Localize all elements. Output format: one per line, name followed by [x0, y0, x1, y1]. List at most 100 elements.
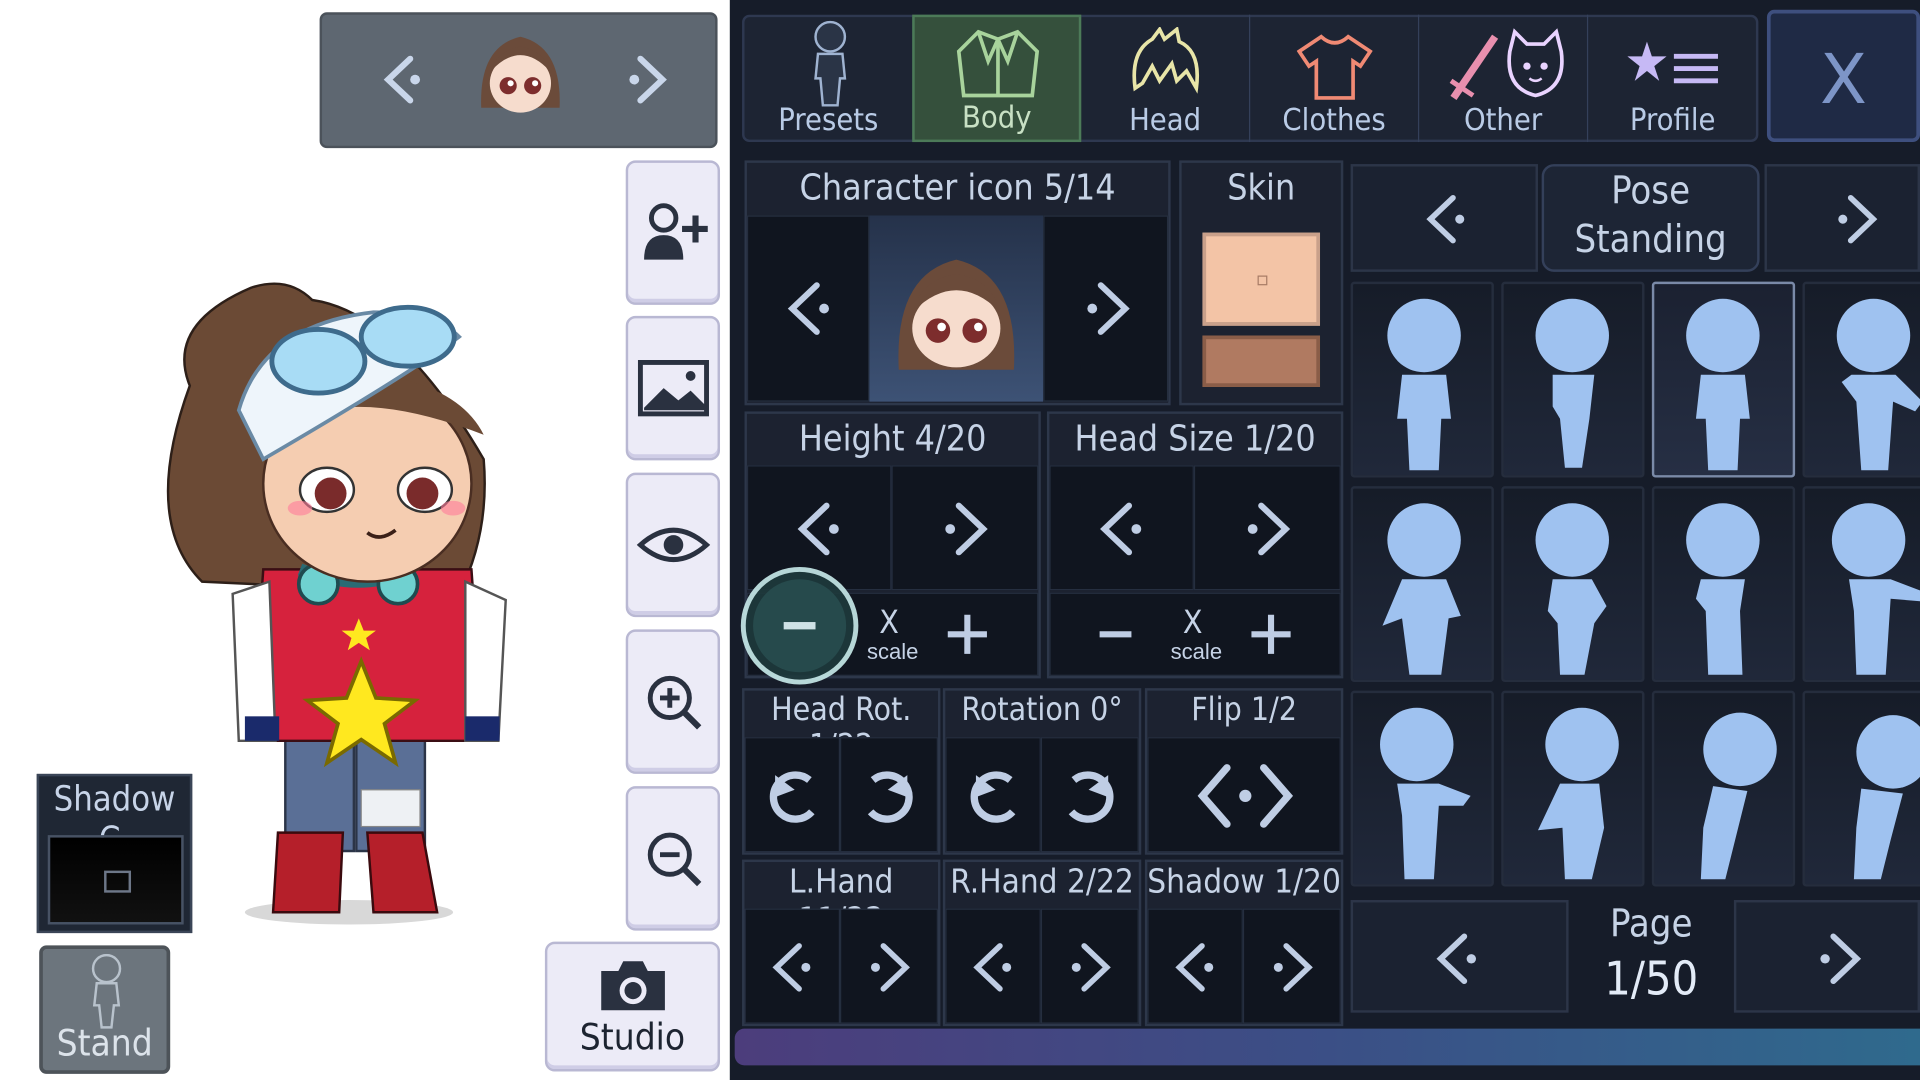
pose-title-box: Pose Standing	[1541, 164, 1760, 272]
height-label: Height 4/20	[798, 417, 987, 460]
head-size-label: Head Size 1/20	[1074, 417, 1316, 460]
person-outline-icon	[814, 20, 847, 107]
page-prev-button[interactable]	[1350, 900, 1569, 1013]
sword-cat-icon	[1449, 28, 1564, 101]
visibility-button[interactable]	[625, 472, 721, 618]
tab-body-label: Body	[961, 99, 1032, 135]
close-button[interactable]: X	[1766, 9, 1920, 143]
tab-other[interactable]: Other	[1419, 14, 1589, 143]
image-icon	[637, 360, 709, 417]
zoom-out-icon	[647, 832, 701, 887]
tab-body[interactable]: Body	[912, 14, 1082, 143]
chevron-right-icon	[870, 943, 910, 992]
page-indicator: Page 1/50	[1569, 900, 1734, 1013]
chevron-right-icon	[1247, 502, 1291, 556]
pose-option[interactable]	[1651, 486, 1796, 683]
chevron-right-icon	[1820, 933, 1862, 985]
tab-profile[interactable]: Profile	[1588, 15, 1757, 142]
tab-presets[interactable]: Presets	[744, 14, 914, 143]
height-scale-plus-icon[interactable]	[945, 612, 989, 656]
r-hand-label: R.Hand 2/22	[950, 863, 1134, 902]
head-size-increase-button[interactable]	[1193, 465, 1341, 591]
page-next-button[interactable]	[1733, 900, 1920, 1013]
head-size-scale-plus-icon[interactable]	[1249, 612, 1293, 656]
shadow-prev-button[interactable]	[1147, 908, 1243, 1024]
shadow-label: Shadow 1/20	[1147, 863, 1341, 902]
pose-option[interactable]	[1802, 486, 1920, 683]
pose-option[interactable]	[1501, 486, 1645, 683]
flip-arrows-icon	[1197, 764, 1294, 828]
rotate-ccw-icon	[769, 771, 815, 823]
head-rot-cw-button[interactable]	[840, 737, 938, 853]
r-hand-prev-button[interactable]	[945, 908, 1041, 1024]
tab-head-label: Head	[1129, 101, 1202, 138]
zoom-out-button[interactable]	[625, 786, 721, 931]
pose-option[interactable]	[1350, 486, 1494, 683]
pose-next-button[interactable]	[1764, 164, 1920, 272]
chevron-left-icon	[973, 943, 1012, 992]
stand-label: Stand	[56, 1022, 153, 1066]
pose-option[interactable]	[1501, 690, 1645, 887]
rotation-label: Rotation 0°	[961, 691, 1123, 729]
pose-figure-icon	[1686, 503, 1760, 675]
prev-character-icon[interactable]	[373, 49, 434, 110]
eye-icon	[636, 527, 710, 563]
pose-option[interactable]	[1350, 690, 1494, 887]
character-icon-prev-button[interactable]	[746, 215, 870, 402]
pose-option[interactable]	[1350, 281, 1494, 478]
pose-option[interactable]	[1802, 690, 1920, 887]
pose-option[interactable]	[1802, 281, 1920, 478]
tab-clothes[interactable]: Clothes	[1250, 14, 1420, 143]
zoom-in-button[interactable]	[625, 629, 721, 774]
head-size-decrease-button[interactable]	[1049, 465, 1194, 591]
pose-option[interactable]	[1501, 281, 1645, 478]
pose-figure-icon	[1380, 707, 1471, 880]
chevron-left-icon	[787, 282, 829, 335]
background-button[interactable]	[625, 315, 721, 461]
camera-icon	[601, 961, 665, 1011]
tab-clothes-label: Clothes	[1282, 101, 1386, 138]
page-label: Page	[1609, 902, 1693, 947]
add-character-button[interactable]	[625, 160, 721, 305]
height-increase-button[interactable]	[891, 465, 1039, 591]
stand-button[interactable]: Stand	[39, 945, 171, 1074]
pose-prev-button[interactable]	[1350, 164, 1538, 272]
add-person-icon	[643, 203, 708, 260]
character-head-thumb	[481, 36, 560, 113]
chevron-right-icon	[1071, 943, 1111, 992]
l-hand-prev-button[interactable]	[744, 908, 841, 1024]
pose-figure-icon	[1535, 503, 1609, 675]
bottom-accent-bar	[734, 1028, 1920, 1066]
shadow-color-swatch[interactable]	[47, 835, 184, 925]
skin-color-secondary[interactable]	[1202, 335, 1321, 387]
flip-button[interactable]	[1147, 737, 1341, 853]
shadow-color-panel[interactable]: Shadow C.	[36, 773, 193, 934]
head-size-x-label: X	[1182, 604, 1203, 642]
rotate-cw-icon	[1068, 771, 1114, 823]
shirt-icon	[1296, 34, 1373, 100]
shadow-next-button[interactable]	[1242, 908, 1341, 1024]
skin-label: Skin	[1227, 166, 1296, 209]
head-rot-ccw-button[interactable]	[744, 737, 841, 853]
pose-figure-icon	[1836, 298, 1920, 471]
tab-head[interactable]: Head	[1081, 14, 1251, 143]
chevron-right-icon	[945, 502, 988, 556]
head-size-scale-minus-icon[interactable]	[1097, 612, 1134, 656]
studio-button[interactable]: Studio	[544, 941, 721, 1072]
rotation-ccw-button[interactable]	[945, 737, 1041, 853]
pose-option-selected[interactable]	[1651, 281, 1796, 478]
height-x-label: X	[879, 604, 899, 642]
rotation-cw-button[interactable]	[1040, 737, 1139, 853]
skin-color-primary[interactable]	[1202, 232, 1321, 326]
chevron-left-icon	[797, 502, 839, 556]
l-hand-next-button[interactable]	[840, 908, 938, 1024]
stand-figure-icon	[91, 953, 122, 1029]
flip-label: Flip 1/2	[1191, 691, 1297, 729]
r-hand-next-button[interactable]	[1040, 908, 1139, 1024]
chevron-right-icon	[1273, 943, 1313, 992]
next-character-icon[interactable]	[616, 49, 677, 110]
studio-label: Studio	[579, 1016, 686, 1060]
pose-option[interactable]	[1651, 690, 1796, 887]
character-icon-next-button[interactable]	[1043, 215, 1169, 402]
chevron-right-icon	[1838, 194, 1878, 244]
